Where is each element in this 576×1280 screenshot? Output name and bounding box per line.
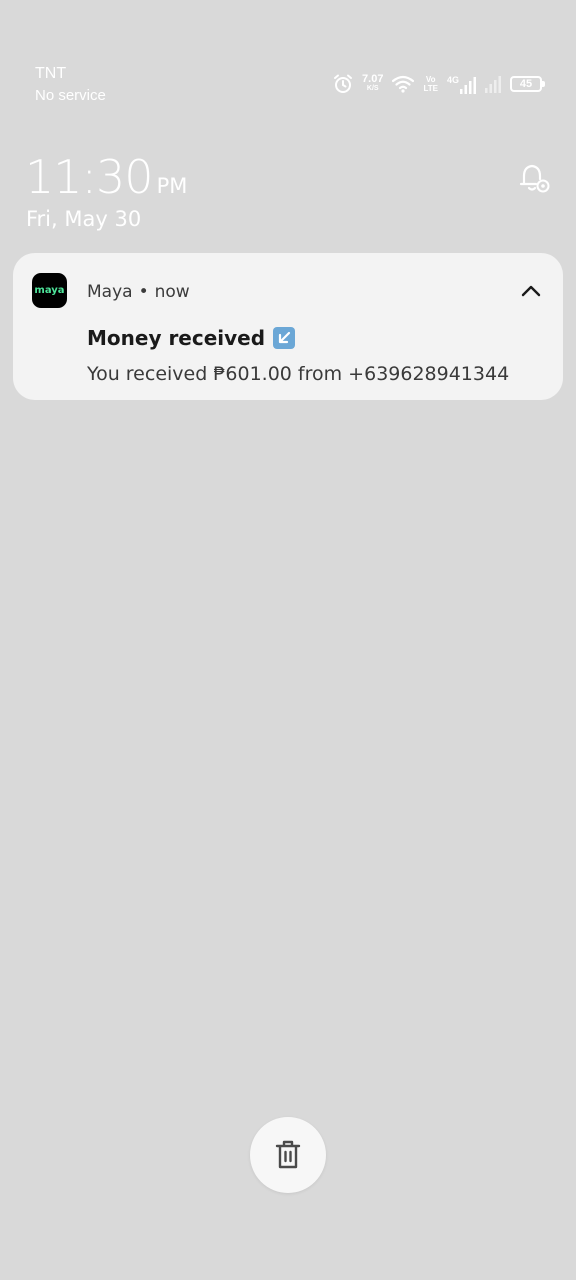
status-bar: TNT No service 7.07 K/S Vo LTE 4G 45	[0, 0, 576, 120]
volte-top: Vo	[425, 75, 436, 84]
signal-icon: 4G	[447, 75, 476, 94]
trash-icon	[275, 1140, 301, 1169]
notification-timestamp: now	[154, 282, 190, 302]
header-separator: •	[138, 282, 149, 302]
service-status: No service	[35, 87, 106, 104]
signal-icon-2	[485, 75, 501, 93]
clock-ampm: PM	[156, 174, 188, 198]
clear-notifications-button[interactable]	[250, 1117, 326, 1193]
battery-level: 45	[519, 78, 533, 90]
notification-card[interactable]: maya Maya • now Money received You receive…	[13, 253, 563, 400]
network-speed-value: 7.07	[362, 73, 384, 85]
status-icons: 7.07 K/S Vo LTE 4G 45	[333, 70, 545, 98]
alarm-icon	[333, 74, 353, 94]
notification-body: You received ₱601.00 from +639628941344	[87, 363, 510, 385]
clock-time: 11:30	[25, 150, 154, 204]
notification-title-text: Money received	[87, 326, 266, 350]
notification-title: Money received	[87, 326, 296, 350]
collapse-button[interactable]	[517, 277, 545, 305]
chevron-up-icon	[521, 285, 541, 297]
wifi-icon	[392, 75, 415, 93]
arrow-down-left-icon	[273, 327, 296, 349]
network-speed: 7.07 K/S	[362, 73, 384, 93]
lockscreen-clock: 11:30 PM	[25, 150, 187, 204]
network-type: 4G	[446, 74, 459, 85]
carrier-name: TNT	[35, 65, 67, 82]
lockscreen-date: Fri, May 30	[26, 207, 142, 231]
volte-bottom: LTE	[423, 84, 438, 93]
app-icon: maya	[32, 273, 67, 308]
carrier-info: TNT No service	[35, 63, 106, 107]
volte-indicator: Vo LTE	[423, 75, 438, 93]
app-icon-label: maya	[34, 285, 65, 296]
battery-icon: 45	[510, 76, 545, 92]
notification-header: Maya • now	[87, 282, 190, 302]
network-speed-unit: K/S	[366, 85, 379, 92]
bell-settings-icon	[519, 164, 550, 193]
app-name: Maya	[87, 282, 133, 302]
notification-settings-button[interactable]	[516, 160, 552, 196]
